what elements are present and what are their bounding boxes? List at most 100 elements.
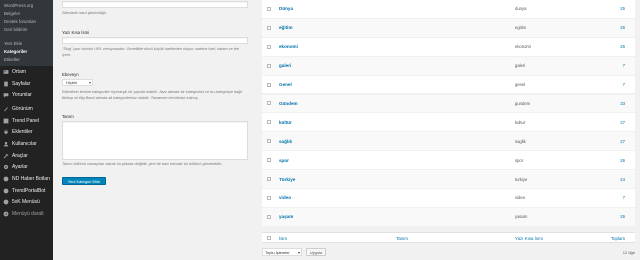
wp-admin-categories-page: WordPress.org Belgeler Destek forumları … [0,0,640,260]
sidebar-item-yorumlar[interactable]: Yorumlar [0,89,53,101]
category-slug: gundem [515,100,531,106]
category-name-link[interactable]: ekonomi [279,44,298,49]
column-header-name[interactable]: İsim [279,236,287,241]
category-count-link[interactable]: 26 [620,158,625,163]
category-slug: spor [515,157,524,163]
table-row: galeri galeri 7 [262,56,635,76]
category-name-link[interactable]: yaşam [279,214,293,219]
settings-icon [3,164,9,170]
description-label: Tanım [62,114,74,119]
submenu-geri-bildirim[interactable]: Geri bildirim [0,26,53,34]
sidebar-item-label: Görünüm [12,105,33,112]
submenu-destek-forumlari[interactable]: Destek forumları [0,18,53,26]
category-name-link[interactable]: sağlık [279,139,292,144]
sidebar-item-label: Menüyü daralt [12,211,44,218]
sidebar-item-label: ND Haber Botları [12,176,51,183]
parent-select[interactable]: Hiçbiri ▾ [62,79,93,86]
sidebar-item-nd-haber-botlari[interactable]: ND Haber Botları [0,173,53,185]
table-row: ekonomi ekonomi 26 [262,37,635,57]
row-checkbox[interactable] [267,6,271,11]
row-checkbox[interactable] [267,63,271,68]
category-slug: yasam [515,214,528,220]
comments-icon [3,92,9,98]
row-checkbox[interactable] [267,214,271,219]
column-header-count[interactable]: Toplam [611,236,625,241]
name-help-text: Sitenizde nasıl göründüğü. [62,11,107,15]
category-count-link[interactable]: 7 [623,195,625,200]
category-count-link[interactable]: 27 [620,120,625,125]
row-checkbox[interactable] [267,120,271,125]
sidebar-item-label: Eklentiler [12,129,33,136]
select-all-checkbox[interactable] [267,236,271,240]
category-name-link[interactable]: spor [279,158,289,163]
category-name-link[interactable]: Türkiye [279,177,295,182]
category-name-link[interactable]: Dünya [279,6,293,11]
sidebar-item-trendportalbot[interactable]: TrendPortalBot [0,185,53,197]
category-name-link[interactable]: Gündem [279,101,298,106]
category-name-link[interactable]: video [279,195,291,200]
description-textarea[interactable] [62,121,248,160]
category-name-link[interactable]: eğitim [279,25,293,30]
category-count-link[interactable]: 7 [623,82,625,87]
sidebar-item-5xk-menusu[interactable]: 5xK Menüsü [0,197,53,209]
sidebar-item-ortam[interactable]: Ortam [0,66,53,78]
sidebar-collapse-menu[interactable]: Menüyü daralt [0,208,53,220]
slug-input[interactable] [62,37,248,44]
table-row: eğitim egitim 26 [262,18,635,38]
category-count-link[interactable]: 24 [620,177,625,182]
sidebar-item-eklentiler[interactable]: Eklentiler [0,126,53,138]
bot-icon [3,188,9,194]
item-count: 12 öğe [622,250,635,255]
add-category-button[interactable]: Yeni Kategori Ekle [62,177,106,185]
pages-icon [3,81,9,87]
category-name-link[interactable]: Genel [279,82,292,87]
category-count-link[interactable]: 26 [620,44,625,49]
sidebar-item-sayfalar[interactable]: Sayfalar [0,78,53,90]
category-count-link[interactable]: 25 [620,6,625,11]
category-name-link[interactable]: kültür [279,120,292,125]
sidebar-item-label: 5xK Menüsü [12,199,40,206]
row-checkbox[interactable] [267,195,271,200]
sidebar-item-gorunum[interactable]: Görünüm [0,103,53,115]
sidebar-item-trend-panel[interactable]: Trend Panel [0,115,53,127]
row-checkbox[interactable] [267,139,271,144]
submenu-kategoriler[interactable]: Kategoriler [0,48,53,56]
bot-icon [3,176,9,182]
sidebar-item-kullanicilar[interactable]: Kullanıcılar [0,138,53,150]
column-header-slug[interactable]: Yazı Kısa İsmi [515,236,543,241]
bulk-actions-value: Toplu İşlemler [265,250,290,255]
row-checkbox[interactable] [267,25,271,30]
sidebar-item-araclar[interactable]: Araçlar [0,150,53,162]
category-slug: ekonomi [515,44,531,50]
sidebar-item-ayarlar[interactable]: Ayarlar [0,162,53,174]
category-count-link[interactable]: 7 [623,63,625,68]
table-footer-header: İsim Tanım Yazı Kısa İsmi Toplam [262,232,635,243]
category-count-link[interactable]: 33 [620,101,625,106]
category-name-link[interactable]: galeri [279,63,291,68]
sidebar-menu: Ortam Sayfalar Yorumlar Görünüm Trend Pa… [0,66,53,220]
row-checkbox[interactable] [267,101,271,106]
name-input[interactable] [62,1,248,8]
submenu-wordpress-org[interactable]: WordPress.org [0,2,53,10]
row-checkbox[interactable] [267,82,271,87]
category-count-link[interactable]: 26 [620,214,625,219]
row-checkbox[interactable] [267,177,271,182]
bulk-actions-select[interactable]: Toplu İşlemler ▾ [262,248,302,256]
submenu-yeni-ekle[interactable]: Yeni Ekle [0,40,53,48]
chevron-down-icon: ▾ [297,250,300,255]
category-count-link[interactable]: 27 [620,139,625,144]
table-row: kültür kultur 27 [262,113,635,133]
sidebar-item-label: Ortam [12,68,26,75]
apply-button[interactable]: Uygula [306,248,326,256]
category-slug: genel [515,82,526,88]
row-checkbox[interactable] [267,158,271,163]
parent-help-text: Etiketlerin tersine kategoriler hiyerarş… [62,90,243,100]
table-row: video video 7 [262,189,635,208]
sidebar-item-label: Ayarlar [12,164,28,171]
collapse-icon [3,211,9,217]
submenu-belgeler[interactable]: Belgeler [0,10,53,18]
submenu-etiketler[interactable]: Etiketler [0,56,53,64]
category-count-link[interactable]: 26 [620,25,625,30]
row-checkbox[interactable] [267,44,271,49]
column-header-description[interactable]: Tanım [396,236,408,241]
